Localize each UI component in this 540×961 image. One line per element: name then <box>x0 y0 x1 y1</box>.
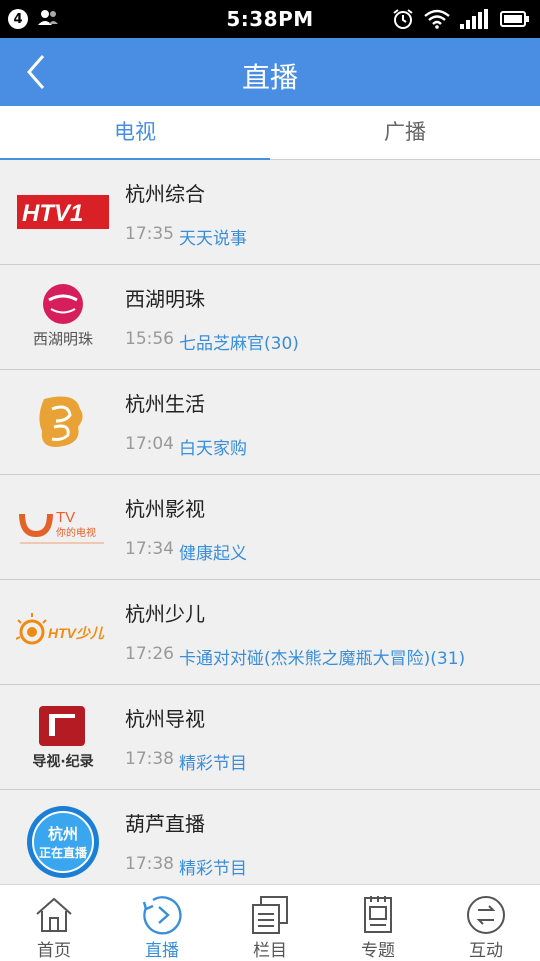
program-time: 15:56 <box>125 329 174 349</box>
logo-text: HTV1 <box>22 200 83 227</box>
channel-name: 杭州导视 <box>125 707 205 731</box>
logo-text: 西湖明珠 <box>33 330 93 348</box>
tab-radio[interactable]: 广播 <box>270 106 540 159</box>
nav-home[interactable]: 首页 <box>0 885 108 961</box>
channel-name: 杭州生活 <box>125 392 205 416</box>
program-title: 天天说事 <box>179 229 247 249</box>
channel-logo-kids: HTV少儿 <box>16 597 110 667</box>
channel-row[interactable]: HTV1 杭州综合 17:35 天天说事 <box>0 160 540 265</box>
program-time: 17:04 <box>125 434 174 454</box>
signal-icon <box>460 9 490 33</box>
channel-logo-xihu: 西湖明珠 <box>16 282 110 352</box>
live-play-icon <box>140 893 184 936</box>
logo-text: HTV少儿 <box>48 625 105 641</box>
channel-name: 西湖明珠 <box>125 287 205 311</box>
program-title: 精彩节目 <box>179 754 247 774</box>
nav-label: 栏目 <box>253 941 287 961</box>
channel-logo-guide: 导视·纪录 <box>16 702 110 772</box>
alarm-icon <box>392 8 414 34</box>
svg-text:正在直播: 正在直播 <box>39 845 88 860</box>
channel-row[interactable]: 西湖明珠 西湖明珠 15:56 七品芝麻官(30) <box>0 265 540 370</box>
nav-label: 专题 <box>361 941 395 961</box>
status-right <box>392 8 530 34</box>
wifi-icon <box>424 9 450 33</box>
app-header: 直播 <box>0 38 540 106</box>
interact-icon <box>464 893 508 936</box>
tab-tv[interactable]: 电视 <box>0 106 270 159</box>
columns-icon <box>248 893 292 936</box>
logo-text: 导视·纪录 <box>32 753 93 770</box>
program-title: 健康起义 <box>179 544 247 564</box>
program-title: 精彩节目 <box>179 859 247 879</box>
nav-topics[interactable]: 专题 <box>324 885 432 961</box>
svg-text:TV: TV <box>56 509 75 526</box>
nav-columns[interactable]: 栏目 <box>216 885 324 961</box>
channel-logo-hulu: 杭州 正在直播 <box>16 806 110 878</box>
channel-name: 杭州少儿 <box>125 602 205 626</box>
status-bar: 4 5:38PM <box>0 0 540 38</box>
program-title: 七品芝麻官(30) <box>179 334 299 354</box>
logo-text: 你的电视 <box>56 526 96 539</box>
tab-bar: 电视 广播 <box>0 106 540 160</box>
channel-name: 葫芦直播 <box>125 812 205 836</box>
channel-name: 杭州综合 <box>125 182 205 206</box>
channel-row[interactable]: TV 你的电视 杭州影视 17:34 健康起义 <box>0 475 540 580</box>
program-time: 17:26 <box>125 644 174 664</box>
channel-name: 杭州影视 <box>125 497 205 521</box>
nav-live[interactable]: 直播 <box>108 885 216 961</box>
bottom-nav: 首页 直播 栏目 专题 互动 <box>0 884 540 961</box>
battery-icon <box>500 10 530 32</box>
channel-row[interactable]: 杭州生活 17:04 白天家购 <box>0 370 540 475</box>
nav-label: 首页 <box>37 941 71 961</box>
home-icon <box>32 893 76 936</box>
program-time: 17:38 <box>125 854 174 874</box>
program-time: 17:38 <box>125 749 174 769</box>
channel-logo-life <box>16 387 110 457</box>
nav-label: 互动 <box>469 941 503 961</box>
svg-text:杭州: 杭州 <box>48 825 78 843</box>
nav-interact[interactable]: 互动 <box>432 885 540 961</box>
program-title: 卡通对对碰(杰米熊之魔瓶大冒险)(31) <box>179 649 466 669</box>
nav-label: 直播 <box>145 941 179 961</box>
topics-icon <box>356 893 400 936</box>
channel-row[interactable]: 导视·纪录 杭州导视 17:38 精彩节目 <box>0 685 540 790</box>
program-time: 17:35 <box>125 224 174 244</box>
program-title: 白天家购 <box>179 439 247 459</box>
page-title: 直播 <box>241 61 298 94</box>
channel-logo-htv1: HTV1 <box>16 177 110 247</box>
channel-logo-movie: TV 你的电视 <box>16 492 110 562</box>
program-time: 17:34 <box>125 539 174 559</box>
channel-row[interactable]: 杭州 正在直播 葫芦直播 17:38 精彩节目 <box>0 790 540 884</box>
channel-list: HTV1 杭州综合 17:35 天天说事 西湖明珠 西湖明珠 15:56 七品芝… <box>0 160 540 884</box>
channel-row[interactable]: HTV少儿 杭州少儿 17:26 卡通对对碰(杰米熊之魔瓶大冒险)(31) <box>0 580 540 685</box>
